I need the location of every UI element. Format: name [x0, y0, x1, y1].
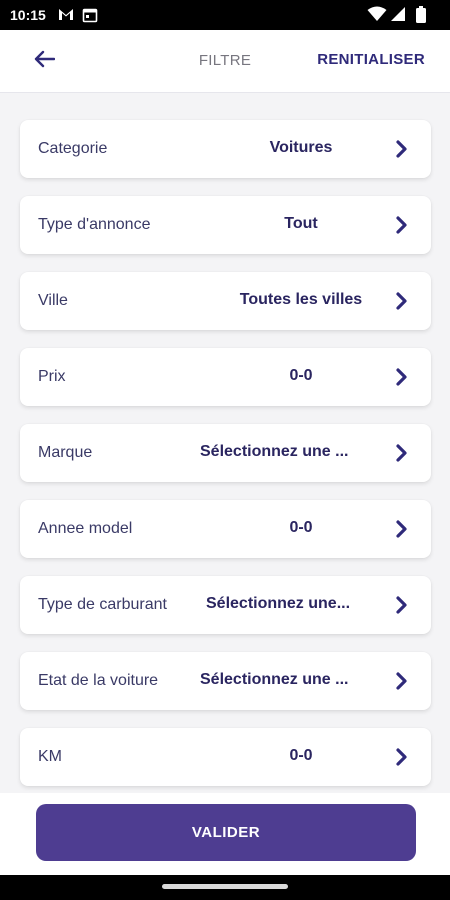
filter-value: Voitures — [269, 139, 333, 156]
chevron-right-icon — [395, 367, 409, 387]
filter-list: Categorie Voitures Type d'annonce Tout V… — [20, 120, 431, 793]
status-time: 10:15 — [10, 7, 46, 23]
chevron-right-icon — [395, 595, 409, 615]
filter-row-annee-model[interactable]: Annee model 0-0 — [20, 500, 431, 558]
validate-button[interactable]: VALIDER — [36, 804, 416, 861]
wifi-icon — [367, 6, 387, 27]
filter-label: Type d'annonce — [38, 216, 151, 233]
filter-row-km[interactable]: KM 0-0 — [20, 728, 431, 786]
app-header: FILTRE RENITIALISER — [0, 30, 450, 93]
chevron-right-icon — [395, 671, 409, 691]
filter-row-prix[interactable]: Prix 0-0 — [20, 348, 431, 406]
filter-label: Marque — [38, 444, 93, 461]
chevron-right-icon — [395, 139, 409, 159]
system-nav-bar — [0, 875, 450, 900]
filter-label: Annee model — [38, 520, 133, 537]
filter-label: Prix — [38, 368, 66, 385]
filter-label: Etat de la voiture — [38, 672, 159, 689]
filter-value: Sélectionnez une ... — [200, 671, 349, 688]
filter-value: Tout — [284, 215, 318, 232]
filter-label: Type de carburant — [38, 596, 167, 613]
chevron-right-icon — [395, 215, 409, 235]
filter-label: KM — [38, 748, 62, 765]
filter-row-type-annonce[interactable]: Type d'annonce Tout — [20, 196, 431, 254]
chevron-right-icon — [395, 291, 409, 311]
reset-button[interactable]: RENITIALISER — [317, 51, 425, 68]
calendar-icon — [82, 7, 98, 28]
filter-row-categorie[interactable]: Categorie Voitures — [20, 120, 431, 178]
filter-label: Ville — [38, 292, 68, 309]
gmail-icon — [58, 7, 74, 26]
filter-row-ville[interactable]: Ville Toutes les villes — [20, 272, 431, 330]
filter-value: 0-0 — [289, 367, 313, 384]
filter-value: Sélectionnez une... — [206, 595, 351, 612]
filter-value: Toutes les villes — [239, 291, 363, 308]
filter-value: 0-0 — [289, 519, 313, 536]
chevron-right-icon — [395, 747, 409, 767]
filter-row-etat-voiture[interactable]: Etat de la voiture Sélectionnez une ... — [20, 652, 431, 710]
home-indicator[interactable] — [162, 884, 288, 889]
status-bar: 10:15 — [0, 0, 450, 30]
filter-value: Sélectionnez une ... — [200, 443, 349, 460]
filter-value: 0-0 — [289, 747, 313, 764]
filter-label: Categorie — [38, 140, 108, 157]
battery-icon — [416, 6, 426, 28]
filter-row-carburant[interactable]: Type de carburant Sélectionnez une... — [20, 576, 431, 634]
signal-icon — [390, 6, 406, 27]
filter-row-marque[interactable]: Marque Sélectionnez une ... — [20, 424, 431, 482]
chevron-right-icon — [395, 443, 409, 463]
chevron-right-icon — [395, 519, 409, 539]
filter-content: Categorie Voitures Type d'annonce Tout V… — [0, 93, 450, 793]
bottom-action-area: VALIDER — [0, 793, 450, 875]
